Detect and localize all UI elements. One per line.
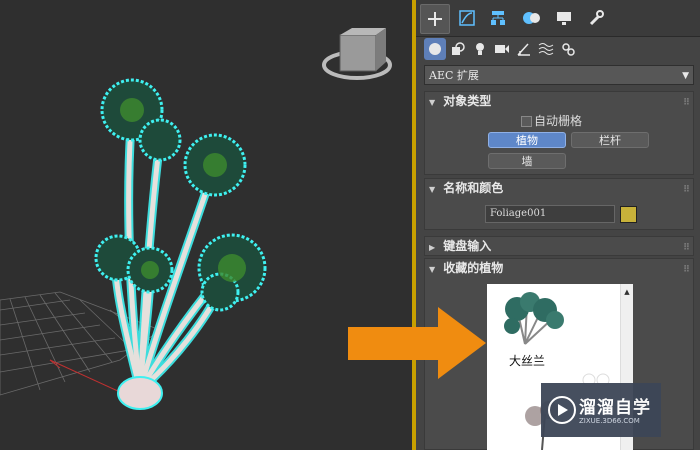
object-type-rollout: ▼ 对象类型 ⠿ 自动栅格 植物 栏杆 墙: [424, 91, 694, 175]
collapse-triangle-icon: ▼: [429, 98, 436, 107]
expand-triangle-icon: ▶: [429, 243, 436, 252]
utilities-icon[interactable]: [582, 4, 610, 32]
watermark-title: 溜溜自学: [579, 398, 651, 418]
autogrid-checkbox[interactable]: [521, 116, 532, 127]
panel-tabbar: [416, 0, 700, 37]
motion-icon[interactable]: [517, 4, 545, 32]
helpers-icon[interactable]: [513, 38, 535, 60]
yucca-thumbnail-icon: [504, 292, 564, 345]
collapse-triangle-icon: ▼: [429, 185, 436, 194]
lights-icon[interactable]: [469, 38, 491, 60]
object-color-swatch[interactable]: [620, 206, 637, 223]
keyboard-entry-header[interactable]: ▶ 键盘输入 ⠿: [425, 237, 693, 255]
rollout-grip-icon: ⠿: [682, 265, 690, 275]
rollout-grip-icon: ⠿: [682, 185, 690, 195]
pointer-arrow-icon: [348, 307, 486, 379]
category-dropdown[interactable]: AEC 扩展 ▼: [424, 65, 694, 85]
autogrid-label: 自动栅格: [534, 114, 583, 128]
wall-button[interactable]: 墙: [488, 153, 566, 169]
keyboard-entry-rollout: ▶ 键盘输入 ⠿: [424, 236, 694, 256]
systems-icon[interactable]: [557, 38, 579, 60]
category-dropdown-value: AEC 扩展: [429, 69, 479, 82]
create-icon[interactable]: [420, 4, 450, 34]
display-icon[interactable]: [550, 4, 578, 32]
shapes-icon[interactable]: [447, 38, 469, 60]
modify-icon[interactable]: [453, 4, 481, 32]
cameras-icon[interactable]: [491, 38, 513, 60]
rollout-grip-icon: ⠿: [682, 98, 690, 108]
rollout-grip-icon: ⠿: [682, 243, 690, 253]
scroll-up-icon[interactable]: ▲: [621, 288, 633, 296]
name-color-rollout: ▼ 名称和颜色 ⠿ Foliage001: [424, 178, 694, 230]
watermark-subtitle: ZIXUE.3D66.COM: [579, 417, 640, 425]
object-categories: [416, 36, 700, 62]
object-name-field[interactable]: Foliage001: [485, 205, 615, 223]
railing-button[interactable]: 栏杆: [571, 132, 649, 148]
geometry-icon[interactable]: [424, 38, 446, 60]
play-logo-icon: [548, 396, 576, 424]
plant-item-label: 大丝兰: [508, 354, 545, 368]
favorite-plants-header[interactable]: ▼ 收藏的植物 ⠿: [425, 259, 693, 277]
object-type-header[interactable]: ▼ 对象类型 ⠿: [425, 92, 693, 110]
spacewarps-icon[interactable]: [535, 38, 557, 60]
viewcube-icon: [322, 28, 392, 80]
hierarchy-icon[interactable]: [484, 4, 512, 32]
foliage-button[interactable]: 植物: [488, 132, 566, 148]
watermark: 溜溜自学 ZIXUE.3D66.COM: [541, 383, 661, 437]
name-color-header[interactable]: ▼ 名称和颜色 ⠿: [425, 179, 693, 197]
collapse-triangle-icon: ▼: [429, 265, 436, 274]
chevron-down-icon: ▼: [682, 71, 689, 81]
